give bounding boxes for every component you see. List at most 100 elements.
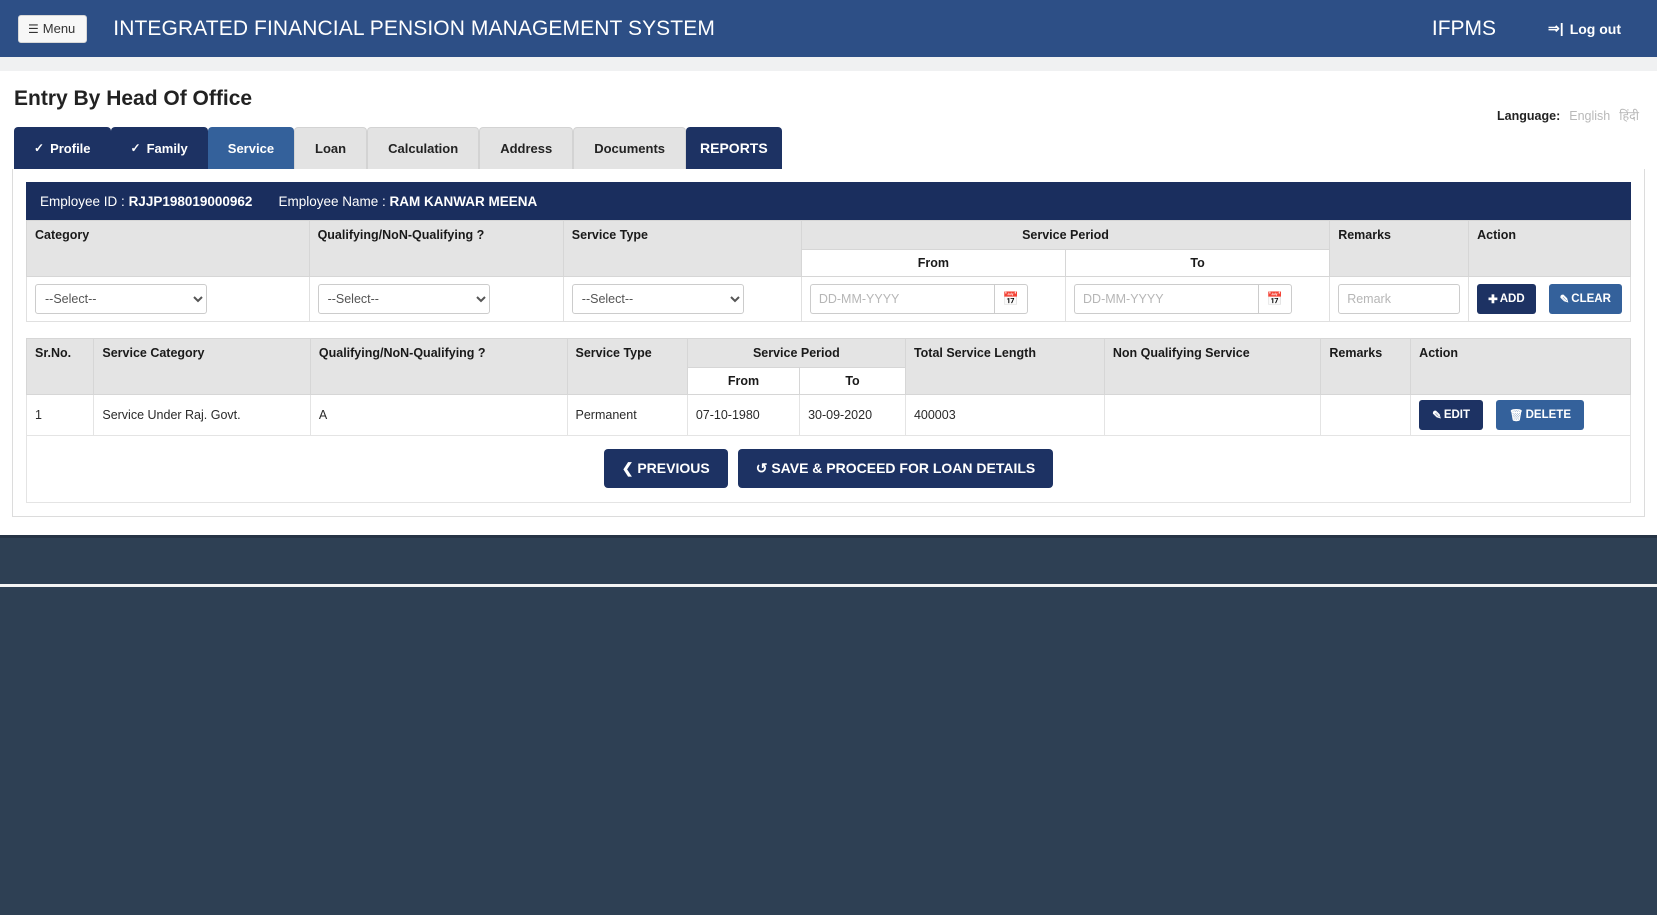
tab-family-label: Family xyxy=(146,140,188,156)
row-qualifying: A xyxy=(309,394,568,436)
page-title: Entry By Head Of Office xyxy=(14,87,253,110)
tab-reports[interactable]: REPORTS xyxy=(686,127,782,169)
list-header-srno: Sr.No. xyxy=(25,338,95,395)
service-type-cell: --Select-- xyxy=(562,276,802,322)
tab-family[interactable]: ✓ Family xyxy=(110,127,208,169)
tab-bar: ✓ Profile ✓ Family Service Loan Calculat… xyxy=(12,127,1645,169)
entry-form-header-row: Category Qualifying/NoN-Qualifying ? Ser… xyxy=(26,220,1631,277)
add-button-label: ADD xyxy=(1499,293,1525,305)
clear-button-label: CLEAR xyxy=(1571,293,1611,305)
logout-icon: ⇒| xyxy=(1548,20,1564,36)
add-button[interactable]: ✚ ADD xyxy=(1477,284,1536,314)
category-select[interactable]: --Select-- xyxy=(35,284,207,314)
row-non-qualifying-service xyxy=(1103,394,1322,436)
footer-divider xyxy=(0,584,1657,587)
list-header-qualifying: Qualifying/NoN-Qualifying ? xyxy=(309,338,568,395)
check-circle-icon: ✓ xyxy=(130,141,141,155)
eraser-icon: ✎ xyxy=(1559,294,1570,306)
category-cell: --Select-- xyxy=(26,276,310,322)
entry-subheader-from: From xyxy=(800,249,1067,277)
tab-service-label: Service xyxy=(227,140,275,156)
clear-button[interactable]: ✎ CLEAR xyxy=(1548,284,1622,314)
list-subheader-from: From xyxy=(686,367,801,395)
entry-header-qualifying: Qualifying/NoN-Qualifying ? xyxy=(308,220,564,277)
tab-reports-label: REPORTS xyxy=(700,140,768,156)
entry-action-group: ✚ ADD ✎ CLEAR xyxy=(1477,284,1622,314)
edit-button[interactable]: ✎ EDIT xyxy=(1419,400,1484,430)
hamburger-icon: ☰ xyxy=(28,21,39,36)
check-circle-icon: ✓ xyxy=(34,141,45,155)
menu-button-label: Menu xyxy=(42,20,76,36)
entry-header-action: Action xyxy=(1468,220,1631,277)
tab-documents-label: Documents xyxy=(594,141,666,156)
entry-header-category: Category xyxy=(26,220,310,277)
row-action-cell: ✎ EDIT 🗑 DELETE xyxy=(1410,394,1631,436)
qualifying-select[interactable]: --Select-- xyxy=(317,284,490,314)
list-header-service-period: Service Period xyxy=(686,338,906,368)
app-brand-title: INTEGRATED FINANCIAL PENSION MANAGEMENT … xyxy=(113,16,715,40)
row-service-type: Permanent xyxy=(566,394,688,436)
service-card: Employee ID : RJJP198019000962 Employee … xyxy=(12,169,1645,517)
form-navigation-bar: ❮ PREVIOUS ↺ SAVE & PROCEED FOR LOAN DET… xyxy=(26,436,1631,503)
employee-id-label: Employee ID : xyxy=(40,193,125,209)
list-header-remarks: Remarks xyxy=(1320,338,1412,395)
entry-header-service-type: Service Type xyxy=(562,220,802,277)
pencil-icon: ✎ xyxy=(1432,410,1442,422)
service-entry-form-table: Category Qualifying/NoN-Qualifying ? Ser… xyxy=(26,220,1631,322)
list-header-total-service-length: Total Service Length xyxy=(904,338,1105,395)
row-remarks xyxy=(1320,394,1412,436)
language-option-hindi[interactable]: हिंदी xyxy=(1619,107,1639,124)
logout-label: Log out xyxy=(1569,20,1621,37)
entry-header-remarks: Remarks xyxy=(1329,220,1470,277)
menu-toggle-button[interactable]: ☰ Menu xyxy=(18,14,88,43)
save-proceed-button[interactable]: ↺ SAVE & PROCEED FOR LOAN DETAILS xyxy=(737,449,1054,488)
logout-button[interactable]: ⇒| Log out xyxy=(1548,20,1621,37)
from-date-input[interactable] xyxy=(809,284,994,314)
remark-input[interactable] xyxy=(1338,284,1461,314)
previous-button-label: PREVIOUS xyxy=(637,460,710,476)
tab-address[interactable]: Address xyxy=(479,127,574,169)
chevron-left-icon: ❮ xyxy=(621,460,634,476)
table-row: 1 Service Under Raj. Govt. A Permanent 0… xyxy=(25,394,1631,436)
entry-action-cell: ✚ ADD ✎ CLEAR xyxy=(1468,276,1631,322)
tab-loan-label: Loan xyxy=(315,141,347,156)
qualifying-cell: --Select-- xyxy=(308,276,564,322)
service-type-select[interactable]: --Select-- xyxy=(571,284,744,314)
list-header-service-category: Service Category xyxy=(93,338,311,395)
language-switcher: Language: English हिंदी xyxy=(1497,107,1639,124)
language-option-english[interactable]: English xyxy=(1569,109,1610,123)
employee-id-value: RJJP198019000962 xyxy=(128,193,253,209)
list-subheader-to: To xyxy=(799,367,906,395)
calendar-icon[interactable]: 📅 xyxy=(993,284,1028,314)
to-date-input[interactable] xyxy=(1074,284,1259,314)
remarks-cell xyxy=(1329,276,1470,322)
employee-id-group: Employee ID : RJJP198019000962 xyxy=(40,194,252,209)
tab-service[interactable]: Service xyxy=(207,127,295,169)
previous-button[interactable]: ❮ PREVIOUS xyxy=(603,449,728,488)
to-date-group: 📅 xyxy=(1074,284,1293,314)
tab-calculation[interactable]: Calculation xyxy=(367,127,480,169)
ifpms-logo-text: IFPMS xyxy=(1431,16,1497,40)
tab-documents[interactable]: Documents xyxy=(573,127,687,169)
tab-profile[interactable]: ✓ Profile xyxy=(14,127,111,169)
plus-circle-icon: ✚ xyxy=(1488,294,1498,306)
top-navbar: ☰ Menu INTEGRATED FINANCIAL PENSION MANAG… xyxy=(0,0,1657,57)
entry-subheader-to: To xyxy=(1065,249,1331,277)
delete-button[interactable]: 🗑 DELETE xyxy=(1496,400,1584,430)
to-date-cell: 📅 xyxy=(1065,276,1331,322)
page-container: Entry By Head Of Office Language: Englis… xyxy=(0,87,1657,517)
employee-name-value: RAM KANWAR MEENA xyxy=(389,193,538,209)
refresh-icon: ↺ xyxy=(755,460,768,476)
delete-button-label: DELETE xyxy=(1525,409,1571,421)
language-label: Language: xyxy=(1497,109,1561,123)
tab-loan[interactable]: Loan xyxy=(294,127,368,169)
edit-button-label: EDIT xyxy=(1443,409,1471,421)
employee-name-label: Employee Name : xyxy=(278,193,386,209)
navbar-right-group: IFPMS ⇒| Log out xyxy=(1432,17,1639,41)
list-header-non-qualifying-service: Non Qualifying Service xyxy=(1103,338,1322,395)
from-date-group: 📅 xyxy=(809,284,1028,314)
list-header-service-type: Service Type xyxy=(566,338,688,395)
calendar-icon[interactable]: 📅 xyxy=(1258,284,1293,314)
header-separator-strip xyxy=(0,57,1657,71)
page-footer xyxy=(0,535,1657,915)
